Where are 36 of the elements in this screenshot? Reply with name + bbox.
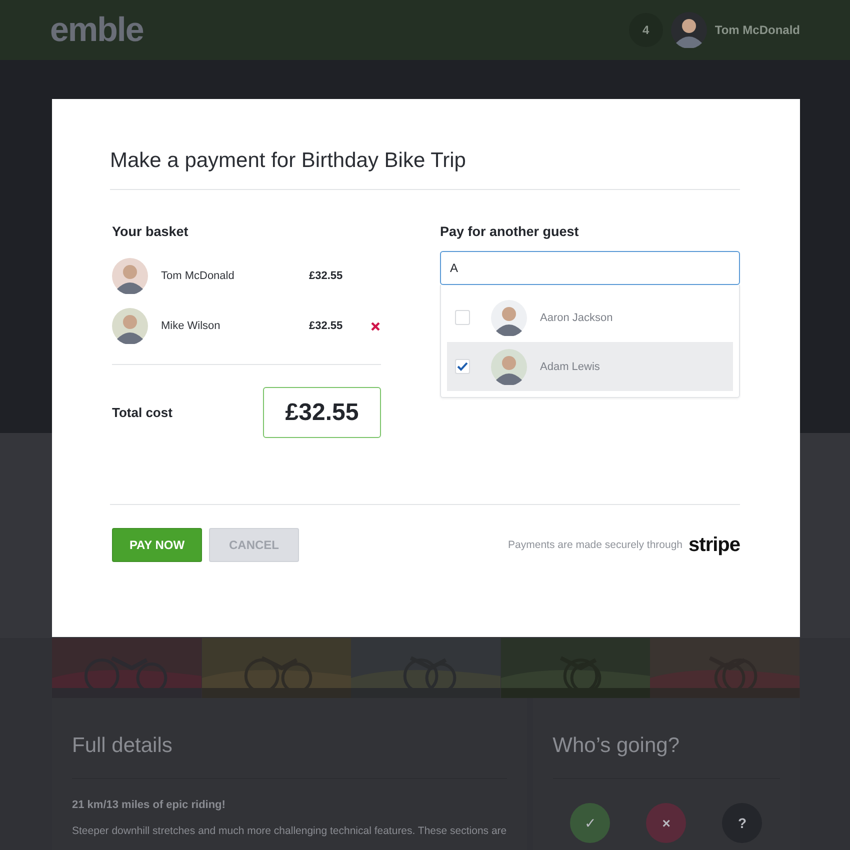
guest-avatar (491, 348, 527, 384)
guest-price: £32.55 (309, 270, 344, 282)
pay-now-button[interactable]: PAY NOW (112, 528, 202, 562)
rsvp-button[interactable]: ✓ (570, 803, 610, 843)
basket-heading: Your basket (112, 224, 190, 239)
guest-search-heading: Pay for another guest (440, 224, 580, 239)
guest-name: Tom McDonald (161, 270, 236, 282)
checkbox[interactable] (455, 359, 470, 374)
rsvp-button[interactable]: × (646, 803, 686, 843)
user-name[interactable]: Tom McDonald (714, 23, 800, 37)
result-name: Aaron Jackson (540, 312, 613, 324)
attendance-title: Who’s going? (552, 734, 780, 779)
checkbox[interactable] (455, 310, 470, 325)
result-name: Adam Lewis (540, 360, 600, 372)
search-result-item[interactable]: Adam Lewis (447, 342, 733, 391)
security-note: Payments are made securely through (508, 539, 683, 551)
logo[interactable]: emble (50, 10, 144, 50)
total-amount: £32.55 (263, 387, 381, 438)
rsvp-button[interactable]: ? (722, 803, 762, 843)
guest-name: Mike Wilson (161, 320, 222, 332)
remove-button[interactable] (369, 320, 381, 332)
stripe-logo: stripe (688, 534, 740, 556)
total-label: Total cost (112, 405, 172, 420)
search-result-item[interactable]: Aaron Jackson (447, 293, 733, 342)
details-title: Full details (72, 734, 507, 779)
guest-avatar (112, 308, 148, 344)
guest-price: £32.55 (309, 320, 344, 332)
checkmark-icon (457, 362, 468, 371)
notification-count[interactable]: 4 (628, 13, 663, 47)
dialog-title: Make a payment for Birthday Bike Trip (110, 149, 740, 190)
guest-avatar (112, 258, 148, 294)
guest-search-field[interactable]: A (440, 251, 740, 285)
user-avatar (670, 12, 707, 48)
details-text: Steeper downhill stretches and much more challenging technical features. These sections are (72, 825, 507, 837)
details-subtitle: 21 km/13 miles of epic riding! (72, 799, 226, 811)
guest-avatar (491, 300, 527, 336)
